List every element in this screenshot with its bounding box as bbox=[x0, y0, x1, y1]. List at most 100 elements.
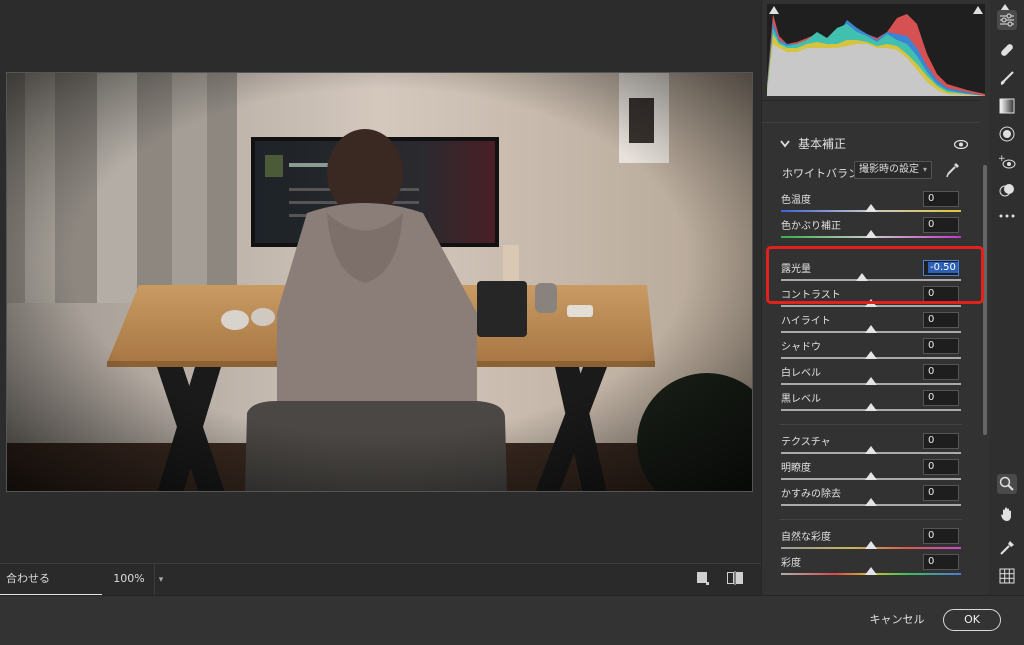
grid-tool[interactable] bbox=[997, 566, 1017, 586]
whites-value-text: 0 bbox=[928, 366, 935, 377]
saturation-value-text: 0 bbox=[928, 556, 935, 567]
brush-tool[interactable] bbox=[997, 68, 1017, 88]
redeye-tool[interactable]: + bbox=[997, 152, 1017, 172]
zoom-bar: 合わせる (104.7%) 100% ▾ bbox=[0, 563, 761, 615]
brush-icon bbox=[1000, 71, 1014, 85]
saturation-label: 彩度 bbox=[781, 558, 801, 569]
blacks-value-input[interactable]: 0 bbox=[923, 390, 959, 406]
slider-row-whites: 白レベル 0 bbox=[762, 364, 980, 390]
chevron-down-icon: ▾ bbox=[922, 165, 927, 174]
more-tools[interactable] bbox=[997, 206, 1017, 226]
bandage-icon bbox=[1001, 44, 1013, 56]
cancel-button[interactable]: キャンセル bbox=[862, 609, 932, 631]
highlights-label: ハイライト bbox=[781, 316, 831, 327]
tint-value-text: 0 bbox=[928, 219, 935, 230]
basic-section-header[interactable]: 基本補正 bbox=[762, 122, 980, 162]
zoom-fit-tab[interactable]: 合わせる (104.7%) bbox=[0, 564, 102, 615]
white-balance-select[interactable]: 撮影時の設定 ▾ bbox=[854, 161, 932, 179]
vibrance-slider-thumb[interactable] bbox=[865, 541, 877, 549]
blacks-label: 黒レベル bbox=[781, 394, 821, 405]
shadows-slider-thumb[interactable] bbox=[865, 351, 877, 359]
dehaze-value-input[interactable]: 0 bbox=[923, 485, 959, 501]
red-eye-icon: + bbox=[998, 154, 1016, 169]
slider-row-dehaze: かすみの除去 0 bbox=[762, 485, 980, 511]
texture-value-input[interactable]: 0 bbox=[923, 433, 959, 449]
exposure-highlight-annotation bbox=[766, 246, 984, 304]
shadows-value-input[interactable]: 0 bbox=[923, 338, 959, 354]
preview-photo[interactable] bbox=[6, 72, 753, 492]
slider-row-texture: テクスチャ 0 bbox=[762, 433, 980, 459]
color-sampler-icon bbox=[1000, 541, 1014, 555]
vibrance-value-text: 0 bbox=[928, 530, 935, 541]
histogram-divider bbox=[762, 100, 980, 101]
saturation-slider-thumb[interactable] bbox=[865, 567, 877, 575]
tint-value-input[interactable]: 0 bbox=[923, 217, 959, 233]
shadow-clipping-warning-icon[interactable] bbox=[769, 6, 779, 14]
presets-tool[interactable] bbox=[997, 180, 1017, 200]
tool-strip: + bbox=[990, 0, 1024, 595]
temperature-value-input[interactable]: 0 bbox=[923, 191, 959, 207]
before-after-view-icon[interactable] bbox=[727, 571, 743, 585]
slider-row-shadows: シャドウ 0 bbox=[762, 338, 980, 364]
highlights-slider-thumb[interactable] bbox=[865, 325, 877, 333]
radial-gradient-icon bbox=[999, 126, 1015, 142]
section-title: 基本補正 bbox=[798, 137, 847, 151]
clarity-value-text: 0 bbox=[928, 461, 935, 472]
linear-gradient-icon bbox=[999, 98, 1015, 114]
sliders-icon bbox=[1000, 13, 1014, 27]
slider-row-highlights: ハイライト 0 bbox=[762, 312, 980, 338]
eyedropper-icon[interactable] bbox=[946, 162, 960, 178]
whites-slider-thumb[interactable] bbox=[865, 377, 877, 385]
vibrance-label: 自然な彩度 bbox=[781, 532, 831, 543]
hand-icon bbox=[1001, 507, 1011, 521]
temperature-slider-thumb[interactable] bbox=[865, 204, 877, 212]
saturation-value-input[interactable]: 0 bbox=[923, 554, 959, 570]
svg-text:+: + bbox=[998, 154, 1006, 164]
section-divider bbox=[780, 519, 962, 520]
more-icon bbox=[999, 214, 1015, 218]
clarity-slider-thumb[interactable] bbox=[865, 472, 877, 480]
photo-illustration bbox=[7, 73, 752, 491]
gradient-tool[interactable] bbox=[997, 96, 1017, 116]
zoom-100-tab[interactable]: 100% bbox=[104, 564, 154, 596]
presets-icon bbox=[999, 184, 1014, 197]
clarity-value-input[interactable]: 0 bbox=[923, 459, 959, 475]
highlight-clipping-warning-icon[interactable] bbox=[973, 6, 983, 14]
highlights-value-text: 0 bbox=[928, 314, 935, 325]
blacks-slider-thumb[interactable] bbox=[865, 403, 877, 411]
texture-slider-thumb[interactable] bbox=[865, 446, 877, 454]
highlights-value-input[interactable]: 0 bbox=[923, 312, 959, 328]
tint-slider-thumb[interactable] bbox=[865, 230, 877, 238]
slider-row-clarity: 明瞭度 0 bbox=[762, 459, 980, 485]
hand-tool[interactable] bbox=[997, 504, 1017, 524]
dehaze-label: かすみの除去 bbox=[781, 489, 841, 500]
dehaze-value-text: 0 bbox=[928, 487, 935, 498]
slider-row-saturation: 彩度 0 bbox=[762, 554, 980, 580]
edit-tool[interactable] bbox=[997, 10, 1017, 30]
canvas-area[interactable] bbox=[0, 0, 761, 563]
eye-icon[interactable] bbox=[954, 140, 968, 149]
section-divider bbox=[780, 424, 962, 425]
white-balance-value: 撮影時の設定 bbox=[859, 164, 919, 175]
single-view-icon[interactable] bbox=[697, 571, 709, 585]
histogram bbox=[767, 4, 985, 96]
histogram-graph bbox=[767, 14, 985, 96]
grid-icon bbox=[999, 568, 1015, 584]
zoom-tool[interactable] bbox=[997, 474, 1017, 494]
slider-row-blacks: 黒レベル 0 bbox=[762, 390, 980, 416]
chevron-down-icon[interactable] bbox=[780, 140, 790, 148]
vibrance-value-input[interactable]: 0 bbox=[923, 528, 959, 544]
dehaze-slider-thumb[interactable] bbox=[865, 498, 877, 506]
ok-button[interactable]: OK bbox=[943, 609, 1001, 631]
slider-row-tint: 色かぶり補正 0 bbox=[762, 217, 980, 243]
shadows-value-text: 0 bbox=[928, 340, 935, 351]
whites-label: 白レベル bbox=[781, 368, 821, 379]
whites-value-input[interactable]: 0 bbox=[923, 364, 959, 380]
dialog-footer: キャンセル OK bbox=[0, 595, 1024, 645]
radial-tool[interactable] bbox=[997, 124, 1017, 144]
clarity-label: 明瞭度 bbox=[781, 463, 811, 474]
color-sampler-tool[interactable] bbox=[997, 538, 1017, 558]
healing-tool[interactable] bbox=[997, 40, 1017, 60]
zoom-dropdown-chevron-down-icon[interactable]: ▾ bbox=[154, 564, 167, 596]
blacks-value-text: 0 bbox=[928, 392, 935, 403]
